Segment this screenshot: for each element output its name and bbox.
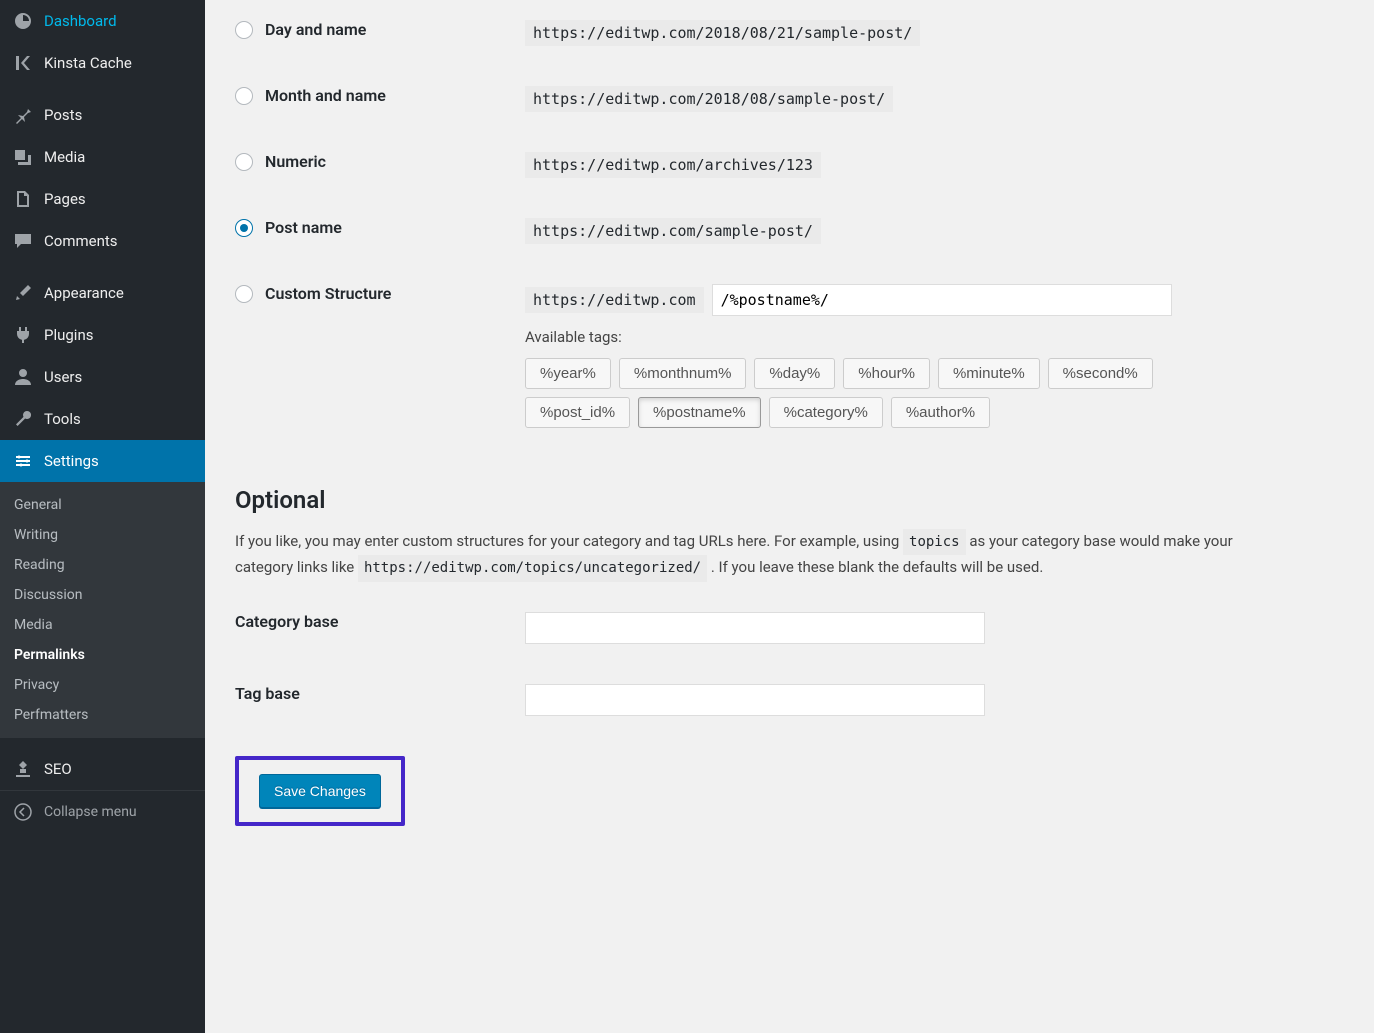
sidebar-item-label: Kinsta Cache [44, 54, 132, 72]
sample-url: https://editwp.com/archives/123 [525, 152, 821, 178]
sidebar-item-dashboard[interactable]: Dashboard [0, 0, 205, 42]
sidebar-item-label: Plugins [44, 326, 93, 344]
custom-prefix: https://editwp.com [525, 287, 704, 313]
sidebar-item-plugins[interactable]: Plugins [0, 314, 205, 356]
tag-base-input[interactable] [525, 684, 985, 716]
category-base-input[interactable] [525, 612, 985, 644]
seo-icon [12, 758, 34, 780]
appearance-icon [12, 282, 34, 304]
sidebar-item-label: Dashboard [44, 12, 117, 30]
permalink-option-custom: Custom Structure https://editwp.com Avai… [235, 264, 1344, 456]
tag-base-row: Tag base [235, 664, 1344, 736]
sidebar-item-label: Media [44, 148, 85, 166]
tag-post-id[interactable]: %post_id% [525, 397, 630, 428]
sidebar-item-seo[interactable]: SEO [0, 748, 205, 790]
sidebar-item-comments[interactable]: Comments [0, 220, 205, 262]
sample-url: https://editwp.com/2018/08/sample-post/ [525, 86, 893, 112]
admin-sidebar: Dashboard Kinsta Cache Posts Media Pages… [0, 0, 205, 1033]
example-code-url: https://editwp.com/topics/uncategorized/ [358, 555, 707, 581]
submenu-item-writing[interactable]: Writing [0, 520, 205, 550]
sidebar-item-pages[interactable]: Pages [0, 178, 205, 220]
dashboard-icon [12, 10, 34, 32]
sidebar-item-label: Settings [44, 452, 99, 470]
sidebar-item-tools[interactable]: Tools [0, 398, 205, 440]
permalink-option-month-name: Month and name https://editwp.com/2018/0… [235, 66, 1344, 132]
main-content: Day and name https://editwp.com/2018/08/… [205, 0, 1374, 1033]
sidebar-item-label: Comments [44, 232, 118, 250]
radio-label: Day and name [265, 20, 366, 39]
radio-label: Numeric [265, 152, 326, 171]
sidebar-item-label: Tools [44, 410, 81, 428]
example-code-topics: topics [903, 529, 966, 555]
sample-url: https://editwp.com/2018/08/21/sample-pos… [525, 20, 920, 46]
submenu-item-perfmatters[interactable]: Perfmatters [0, 700, 205, 730]
sidebar-item-label: SEO [44, 760, 72, 778]
tools-icon [12, 408, 34, 430]
collapse-menu-button[interactable]: Collapse menu [0, 790, 205, 833]
tag-postname[interactable]: %postname% [638, 397, 761, 428]
radio-numeric[interactable] [235, 153, 253, 171]
pin-icon [12, 104, 34, 126]
save-button-highlight: Save Changes [235, 756, 405, 826]
sidebar-item-label: Posts [44, 106, 82, 124]
submenu-item-media[interactable]: Media [0, 610, 205, 640]
tag-category[interactable]: %category% [769, 397, 883, 428]
optional-heading: Optional [235, 486, 1344, 514]
tag-base-label: Tag base [235, 684, 525, 703]
comments-icon [12, 230, 34, 252]
save-changes-button[interactable]: Save Changes [259, 774, 381, 808]
plugins-icon [12, 324, 34, 346]
optional-description: If you like, you may enter custom struct… [235, 529, 1255, 582]
custom-structure-input[interactable] [712, 284, 1172, 316]
collapse-label: Collapse menu [44, 804, 137, 820]
submenu-item-reading[interactable]: Reading [0, 550, 205, 580]
settings-icon [12, 450, 34, 472]
sidebar-item-label: Pages [44, 190, 86, 208]
pages-icon [12, 188, 34, 210]
kinsta-icon [12, 52, 34, 74]
tag-day[interactable]: %day% [754, 358, 835, 389]
radio-post-name[interactable] [235, 219, 253, 237]
category-base-label: Category base [235, 612, 525, 631]
radio-label: Month and name [265, 86, 386, 105]
submenu-item-discussion[interactable]: Discussion [0, 580, 205, 610]
radio-day-name[interactable] [235, 21, 253, 39]
tag-year[interactable]: %year% [525, 358, 611, 389]
permalink-option-post-name: Post name https://editwp.com/sample-post… [235, 198, 1344, 264]
tag-hour[interactable]: %hour% [843, 358, 930, 389]
sidebar-item-label: Appearance [44, 284, 124, 302]
submenu-item-general[interactable]: General [0, 490, 205, 520]
radio-label: Custom Structure [265, 284, 391, 303]
sidebar-item-settings[interactable]: Settings [0, 440, 205, 482]
permalink-option-day-name: Day and name https://editwp.com/2018/08/… [235, 0, 1344, 66]
submenu-item-privacy[interactable]: Privacy [0, 670, 205, 700]
sample-url: https://editwp.com/sample-post/ [525, 218, 821, 244]
radio-month-name[interactable] [235, 87, 253, 105]
submenu-item-permalinks[interactable]: Permalinks [0, 640, 205, 670]
collapse-icon [12, 801, 34, 823]
media-icon [12, 146, 34, 168]
sidebar-item-media[interactable]: Media [0, 136, 205, 178]
tag-monthnum[interactable]: %monthnum% [619, 358, 747, 389]
sidebar-item-kinsta-cache[interactable]: Kinsta Cache [0, 42, 205, 84]
tag-second[interactable]: %second% [1048, 358, 1153, 389]
sidebar-item-label: Users [44, 368, 82, 386]
sidebar-item-users[interactable]: Users [0, 356, 205, 398]
radio-custom[interactable] [235, 285, 253, 303]
permalink-option-numeric: Numeric https://editwp.com/archives/123 [235, 132, 1344, 198]
settings-submenu: General Writing Reading Discussion Media… [0, 482, 205, 738]
sidebar-item-appearance[interactable]: Appearance [0, 272, 205, 314]
category-base-row: Category base [235, 592, 1344, 664]
tag-author[interactable]: %author% [891, 397, 990, 428]
users-icon [12, 366, 34, 388]
available-tags-label: Available tags: [525, 328, 1172, 346]
sidebar-item-posts[interactable]: Posts [0, 94, 205, 136]
tag-minute[interactable]: %minute% [938, 358, 1040, 389]
radio-label: Post name [265, 218, 342, 237]
